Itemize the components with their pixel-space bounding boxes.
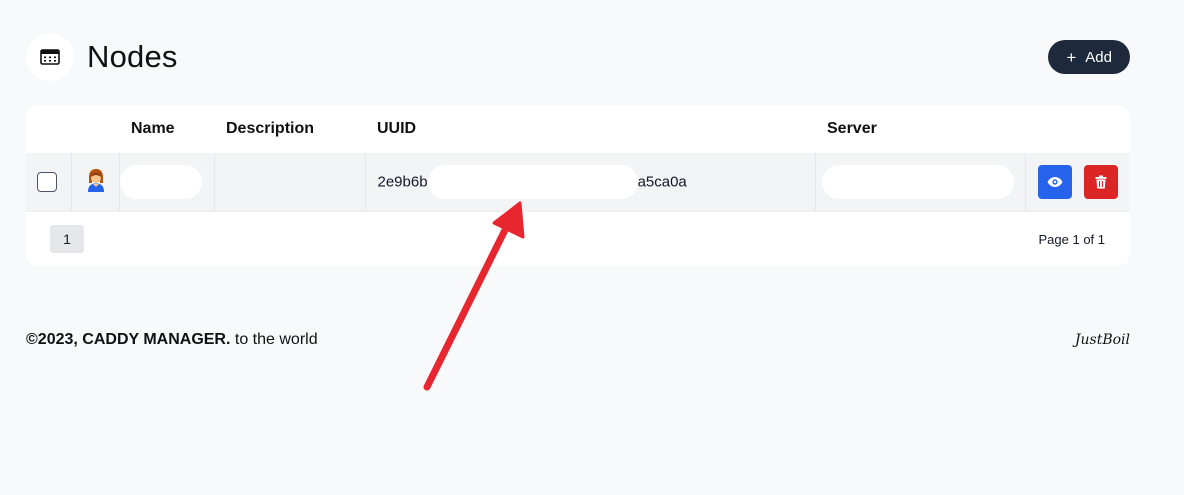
row-checkbox[interactable] — [37, 172, 57, 192]
nodes-table-card: Name Description UUID Server 2e9b6b a5ca… — [26, 105, 1130, 266]
page-info: Page 1 of 1 — [1038, 231, 1106, 247]
uuid-end: a5ca0a — [637, 173, 687, 191]
avatar-icon — [87, 169, 104, 192]
add-node-button[interactable]: + Add — [1048, 40, 1130, 74]
plus-icon: + — [1066, 47, 1077, 67]
eye-icon — [1047, 177, 1063, 187]
table-icon — [26, 33, 74, 81]
copyright-suffix: to the world — [230, 331, 318, 348]
page-header: Nodes + Add — [26, 32, 1130, 82]
page-button-1[interactable]: 1 — [50, 225, 84, 253]
title-group: Nodes — [26, 33, 178, 81]
view-node-button[interactable] — [1038, 165, 1072, 199]
delete-node-button[interactable] — [1084, 165, 1118, 199]
node-server-cell — [815, 153, 1026, 211]
uuid-redacted — [427, 165, 638, 199]
node-description-cell — [214, 153, 366, 211]
column-header-avatar — [71, 105, 119, 153]
table-row: 2e9b6b a5ca0a — [26, 153, 1130, 211]
uuid-start: 2e9b6b — [377, 173, 428, 191]
add-button-label: Add — [1085, 48, 1112, 66]
column-header-description[interactable]: Description — [214, 105, 365, 153]
node-name-cell — [119, 153, 215, 211]
column-header-server[interactable]: Server — [815, 105, 1025, 153]
row-actions-cell — [1025, 153, 1130, 211]
column-header-name[interactable]: Name — [119, 105, 214, 153]
column-header-actions — [1025, 105, 1130, 153]
nodes-page: Nodes + Add Name Description UUID Server — [0, 0, 1184, 495]
avatar-cell — [71, 153, 120, 211]
trash-icon — [1095, 175, 1107, 189]
row-select-cell — [26, 153, 72, 211]
row-actions — [1038, 165, 1131, 199]
column-header-select — [26, 105, 71, 153]
pagination-bar: 1 Page 1 of 1 — [26, 211, 1130, 266]
justboil-logo[interactable]: JustBoil — [1075, 332, 1130, 348]
node-uuid-cell: 2e9b6b a5ca0a — [365, 153, 816, 211]
page-title: Nodes — [87, 39, 178, 74]
column-header-uuid[interactable]: UUID — [365, 105, 815, 153]
table-header-row: Name Description UUID Server — [26, 105, 1130, 153]
copyright-brand[interactable]: ©2023, CADDY MANAGER. — [26, 331, 230, 348]
copyright-text: ©2023, CADDY MANAGER. to the world — [26, 331, 318, 349]
footer: ©2023, CADDY MANAGER. to the world JustB… — [26, 331, 1130, 349]
server-redacted — [821, 165, 1014, 199]
node-name-redacted — [119, 165, 202, 199]
nodes-table: Name Description UUID Server 2e9b6b a5ca… — [26, 105, 1130, 211]
